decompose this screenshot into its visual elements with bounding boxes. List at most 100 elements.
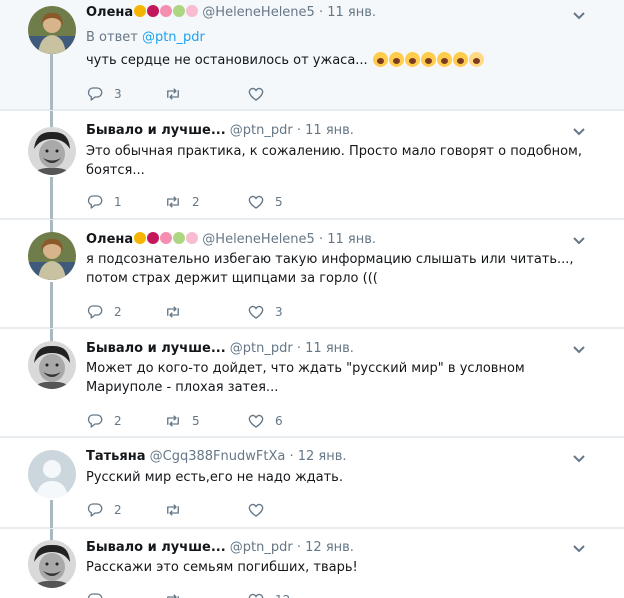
tweet-text-wrap: чуть сердце не остановилось от ужаса... xyxy=(86,51,598,70)
author-handle[interactable]: @HeleneHelene5 xyxy=(202,5,315,20)
rose-icon xyxy=(147,5,160,17)
retweet-button[interactable] xyxy=(164,590,192,598)
retweet-button[interactable] xyxy=(164,500,192,520)
sunflower-icon xyxy=(134,5,147,17)
retweet-icon xyxy=(167,415,179,427)
author-handle[interactable]: @ptn_pdr xyxy=(230,540,293,555)
emoji-row xyxy=(133,232,199,247)
separator: · xyxy=(318,232,324,247)
reply-button[interactable]: 1 xyxy=(86,192,122,212)
tweet-header: Бывало и лучше... @ptn_pdr · 11 янв. xyxy=(86,341,354,356)
avatar[interactable] xyxy=(28,232,76,280)
reply-button[interactable] xyxy=(86,590,114,598)
tweet-time[interactable]: 11 янв. xyxy=(327,232,376,247)
tweet[interactable]: Бывало и лучше... @ptn_pdr · 11 янв. Мож… xyxy=(0,329,624,437)
tweet-header: Бывало и лучше... @ptn_pdr · 12 янв. xyxy=(86,540,354,555)
reply-icon xyxy=(87,593,103,598)
reply-count: 2 xyxy=(114,503,122,517)
tweet-header: Олена @HeleneHelene5 · 11 янв. xyxy=(86,5,376,20)
tweet-header: Татьяна @Cgq388FnudwFtXa · 12 янв. xyxy=(86,449,347,464)
emoji-reactions xyxy=(372,52,484,68)
reply-count: 2 xyxy=(114,414,122,428)
avatar[interactable] xyxy=(28,341,76,389)
reply-icon xyxy=(87,87,103,101)
like-icon xyxy=(248,414,264,428)
scream-face-icon xyxy=(404,52,420,67)
tweet-header: Бывало и лучше... @ptn_pdr · 11 янв. xyxy=(86,123,354,138)
thread-line xyxy=(50,329,53,341)
author-handle[interactable]: @Cgq388FnudwFtXa xyxy=(150,449,286,464)
reply-icon xyxy=(87,503,103,517)
retweet-count: 2 xyxy=(192,195,200,209)
retweet-button[interactable]: 5 xyxy=(164,411,200,431)
tweet[interactable]: Бывало и лучше... @ptn_pdr · 11 янв. Это… xyxy=(0,111,624,219)
author-handle[interactable]: @ptn_pdr xyxy=(230,123,293,138)
tweet-text: Может до кого-то дойдет, что ждать "русс… xyxy=(86,361,525,395)
tweet-header: Олена @HeleneHelene5 · 11 янв. xyxy=(86,232,376,247)
avatar[interactable] xyxy=(28,6,76,54)
reply-icon xyxy=(87,305,103,319)
author-name[interactable]: Олена xyxy=(86,232,133,247)
tweet-time[interactable]: 12 янв. xyxy=(298,449,347,464)
chevron-down-icon[interactable] xyxy=(572,127,586,137)
avatar[interactable] xyxy=(28,540,76,588)
reply-button[interactable]: 3 xyxy=(86,84,122,104)
reply-to-handle[interactable]: @ptn_pdr xyxy=(142,30,205,45)
like-button[interactable]: 3 xyxy=(247,302,283,322)
author-name[interactable]: Олена xyxy=(86,5,133,20)
cherry-blossom-icon xyxy=(186,5,199,17)
reply-count: 2 xyxy=(114,305,122,319)
blossom-icon xyxy=(173,232,186,244)
reply-count: 1 xyxy=(114,195,122,209)
tweet-time[interactable]: 11 янв. xyxy=(305,341,354,356)
author-name[interactable]: Татьяна xyxy=(86,449,146,464)
like-button[interactable] xyxy=(247,500,275,520)
tweet-text: Расскажи это семьям погибших, тварь! xyxy=(86,560,358,575)
like-icon xyxy=(248,87,264,101)
like-icon xyxy=(248,503,264,517)
chevron-down-icon[interactable] xyxy=(572,544,586,554)
tweet-time[interactable]: 12 янв. xyxy=(305,540,354,555)
tweet[interactable]: Татьяна @Cgq388FnudwFtXa · 12 янв. Русск… xyxy=(0,438,624,528)
reply-button[interactable]: 2 xyxy=(86,500,122,520)
like-button[interactable]: 5 xyxy=(247,192,283,212)
scream-face-icon xyxy=(388,52,404,67)
author-name[interactable]: Бывало и лучше... xyxy=(86,123,226,138)
like-count: 3 xyxy=(275,305,283,319)
chevron-down-icon[interactable] xyxy=(572,345,586,355)
thread-line xyxy=(50,500,53,528)
like-icon xyxy=(248,195,264,209)
tweet-time[interactable]: 11 янв. xyxy=(327,5,376,20)
tweet[interactable]: Олена @HeleneHelene5 · 11 янв. В ответ @… xyxy=(0,0,624,110)
like-button[interactable]: 12 xyxy=(247,590,290,598)
chevron-down-icon[interactable] xyxy=(572,236,586,246)
avatar[interactable] xyxy=(28,127,76,175)
thread-line xyxy=(50,52,53,110)
retweet-icon xyxy=(167,306,179,318)
emoji-row xyxy=(133,5,199,20)
retweet-button[interactable]: 2 xyxy=(164,192,200,212)
separator: · xyxy=(318,5,324,20)
tweet-time[interactable]: 11 янв. xyxy=(305,123,354,138)
like-button[interactable] xyxy=(247,84,275,104)
retweet-button[interactable] xyxy=(164,302,192,322)
author-handle[interactable]: @HeleneHelene5 xyxy=(202,232,315,247)
reply-icon xyxy=(87,195,103,209)
retweet-button[interactable] xyxy=(164,84,192,104)
tweet-text: чуть сердце не остановилось от ужаса... xyxy=(86,53,368,68)
chevron-down-icon[interactable] xyxy=(572,11,586,21)
separator: · xyxy=(296,123,301,138)
reply-button[interactable]: 2 xyxy=(86,302,122,322)
reply-button[interactable]: 2 xyxy=(86,411,122,431)
avatar[interactable] xyxy=(28,450,76,498)
like-icon xyxy=(248,305,264,319)
author-name[interactable]: Бывало и лучше... xyxy=(86,341,226,356)
scream-face-icon xyxy=(420,52,436,67)
tweet[interactable]: Бывало и лучше... @ptn_pdr · 12 янв. Рас… xyxy=(0,529,624,598)
chevron-down-icon[interactable] xyxy=(572,454,586,464)
author-handle[interactable]: @ptn_pdr xyxy=(230,341,293,356)
tweet[interactable]: Олена @HeleneHelene5 · 11 янв. я подсозн… xyxy=(0,220,624,328)
author-name[interactable]: Бывало и лучше... xyxy=(86,540,226,555)
like-button[interactable]: 6 xyxy=(247,411,283,431)
thread-line xyxy=(50,111,53,127)
